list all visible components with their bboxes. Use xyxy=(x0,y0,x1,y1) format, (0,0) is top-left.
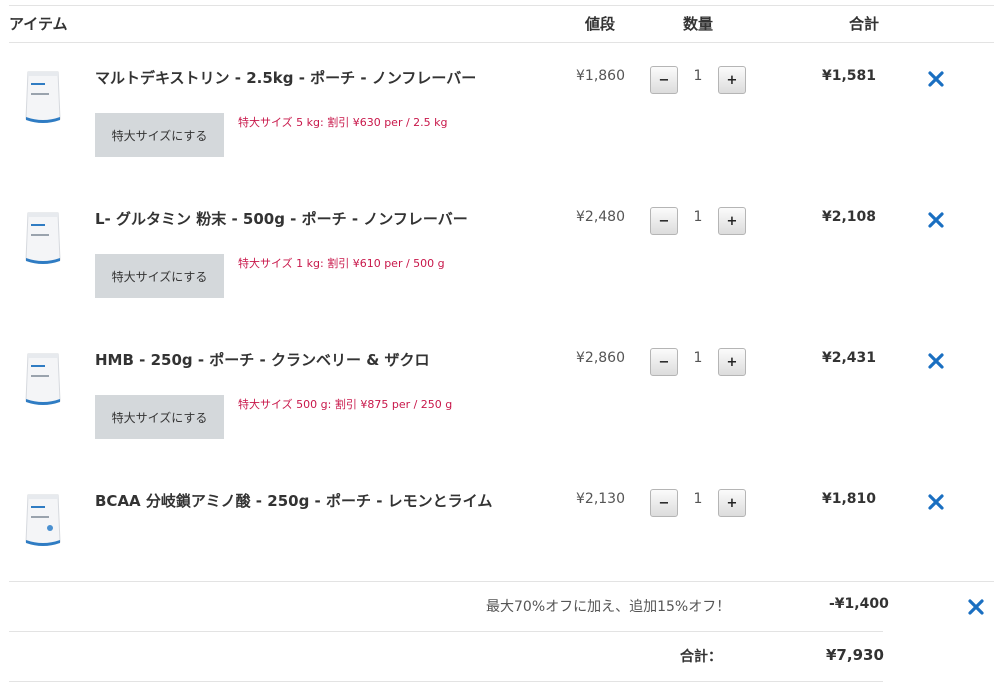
minus-icon: − xyxy=(658,213,670,229)
close-icon[interactable] xyxy=(926,351,946,371)
close-icon[interactable] xyxy=(926,492,946,512)
minus-icon: − xyxy=(658,495,670,511)
product-pouch-icon[interactable] xyxy=(22,351,64,409)
minus-icon: − xyxy=(658,72,670,88)
upsize-promo-text: 特大サイズ 5 kg: 割引 ¥630 per / 2.5 kg xyxy=(238,116,448,129)
quantity-value[interactable]: 1 xyxy=(690,350,706,366)
plus-icon: + xyxy=(726,213,738,229)
quantity-increase-button[interactable]: + xyxy=(718,348,746,376)
quantity-value[interactable]: 1 xyxy=(690,491,706,507)
product-name[interactable]: L- グルタミン 粉末 - 500g - ポーチ - ノンフレーバー xyxy=(95,208,468,229)
cart-row: L- グルタミン 粉末 - 500g - ポーチ - ノンフレーバー 特大サイズ… xyxy=(0,193,994,334)
row-total: ¥2,431 xyxy=(822,350,877,366)
upsize-button[interactable]: 特大サイズにする xyxy=(95,254,224,298)
quantity-decrease-button[interactable]: − xyxy=(650,66,678,94)
header-total: 合計 xyxy=(849,15,880,33)
unit-price: ¥2,860 xyxy=(576,350,625,366)
plus-icon: + xyxy=(726,354,738,370)
product-pouch-icon[interactable] xyxy=(22,69,64,127)
total-bottom-divider xyxy=(9,681,883,682)
header-bottom-divider xyxy=(9,42,994,43)
quantity-value[interactable]: 1 xyxy=(690,209,706,225)
minus-icon: − xyxy=(658,354,670,370)
row-total: ¥2,108 xyxy=(822,209,877,225)
quantity-increase-button[interactable]: + xyxy=(718,489,746,517)
upsize-button[interactable]: 特大サイズにする xyxy=(95,395,224,439)
product-pouch-icon[interactable] xyxy=(22,492,64,550)
product-name[interactable]: HMB - 250g - ポーチ - クランベリー & ザクロ xyxy=(95,349,430,370)
header-top-divider xyxy=(9,5,994,6)
cart-row: マルトデキストリン - 2.5kg - ポーチ - ノンフレーバー 特大サイズに… xyxy=(0,52,994,193)
row-total: ¥1,581 xyxy=(822,68,877,84)
unit-price: ¥2,130 xyxy=(576,491,625,507)
product-name[interactable]: BCAA 分岐鎖アミノ酸 - 250g - ポーチ - レモンとライム xyxy=(95,490,492,511)
quantity-increase-button[interactable]: + xyxy=(718,207,746,235)
quantity-decrease-button[interactable]: − xyxy=(650,207,678,235)
unit-price: ¥1,860 xyxy=(576,68,625,84)
row-total: ¥1,810 xyxy=(822,491,877,507)
quantity-increase-button[interactable]: + xyxy=(718,66,746,94)
grand-total-label: 合計： xyxy=(680,649,722,665)
upsize-promo-text: 特大サイズ 1 kg: 割引 ¥610 per / 500 g xyxy=(238,257,445,270)
cart-row: HMB - 250g - ポーチ - クランベリー & ザクロ 特大サイズにする… xyxy=(0,334,994,475)
quantity-value[interactable]: 1 xyxy=(690,68,706,84)
close-icon[interactable] xyxy=(926,210,946,230)
upsize-button[interactable]: 特大サイズにする xyxy=(95,113,224,157)
total-top-divider xyxy=(9,631,883,632)
discount-value: -¥1,400 xyxy=(829,596,889,612)
plus-icon: + xyxy=(726,72,738,88)
plus-icon: + xyxy=(726,495,738,511)
close-icon[interactable] xyxy=(926,69,946,89)
header-price: 値段 xyxy=(585,15,616,33)
product-pouch-icon[interactable] xyxy=(22,210,64,268)
unit-price: ¥2,480 xyxy=(576,209,625,225)
discount-top-divider xyxy=(9,581,994,582)
upsize-promo-text: 特大サイズ 500 g: 割引 ¥875 per / 250 g xyxy=(238,398,453,411)
discount-label: 最大70%オフに加え、追加15%オフ！ xyxy=(486,599,731,615)
grand-total-value: ¥7,930 xyxy=(826,646,884,664)
header-quantity: 数量 xyxy=(683,15,714,33)
close-icon[interactable] xyxy=(966,597,986,617)
quantity-decrease-button[interactable]: − xyxy=(650,489,678,517)
cart-row: BCAA 分岐鎖アミノ酸 - 250g - ポーチ - レモンとライム ¥2,1… xyxy=(0,475,994,616)
quantity-decrease-button[interactable]: − xyxy=(650,348,678,376)
header-item: アイテム xyxy=(9,15,68,33)
product-name[interactable]: マルトデキストリン - 2.5kg - ポーチ - ノンフレーバー xyxy=(95,67,476,88)
